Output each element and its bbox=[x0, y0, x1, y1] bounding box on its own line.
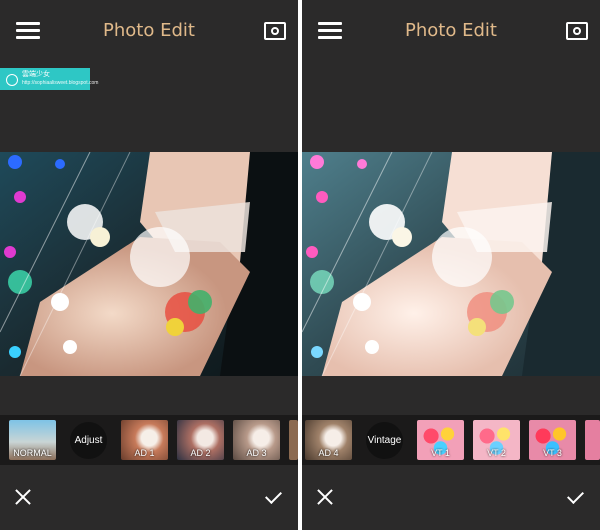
filter-partial[interactable] bbox=[289, 420, 298, 460]
checkmark-icon[interactable] bbox=[266, 488, 284, 506]
top-bar: Photo Edit bbox=[0, 0, 298, 64]
filter-label: NORMAL bbox=[13, 448, 52, 458]
filter-strip: AD 4 Vintage VT 1 VT 2 VT 3 bbox=[302, 415, 600, 465]
close-icon[interactable] bbox=[14, 488, 32, 506]
watermark-url: http://sophiaalisweet.blogspot.com bbox=[22, 80, 99, 86]
vintage-button[interactable]: Vintage bbox=[366, 422, 403, 459]
filter-vt3[interactable]: VT 3 bbox=[529, 420, 576, 460]
photo-preview[interactable] bbox=[302, 152, 600, 376]
filter-strip: NORMAL Adjust AD 1 AD 2 AD 3 bbox=[0, 415, 298, 465]
filter-vt2[interactable]: VT 2 bbox=[473, 420, 520, 460]
filter-label: AD 2 bbox=[190, 448, 211, 458]
filter-vt1[interactable]: VT 1 bbox=[417, 420, 464, 460]
page-title: Photo Edit bbox=[103, 20, 195, 41]
checkmark-icon[interactable] bbox=[568, 488, 586, 506]
right-editor-panel: Photo Edit AD 4 Vintage VT 1 VT 2 VT 3 bbox=[302, 0, 600, 530]
close-icon[interactable] bbox=[316, 488, 334, 506]
filter-label: VT 3 bbox=[543, 448, 562, 458]
watermark-text: 雲端少女 bbox=[22, 71, 50, 78]
left-editor-panel: Photo Edit 雲端少女 http://sophiaalisweet.bl… bbox=[0, 0, 298, 530]
filter-partial[interactable] bbox=[585, 420, 600, 460]
filter-label: AD 4 bbox=[318, 448, 339, 458]
filter-ad3[interactable]: AD 3 bbox=[233, 420, 280, 460]
filter-label: AD 1 bbox=[134, 448, 155, 458]
filter-ad1[interactable]: AD 1 bbox=[121, 420, 168, 460]
filter-label: VT 1 bbox=[431, 448, 450, 458]
watermark-badge: 雲端少女 http://sophiaalisweet.blogspot.com bbox=[0, 68, 99, 90]
watermark-logo-icon bbox=[6, 74, 18, 86]
filter-ad4[interactable]: AD 4 bbox=[305, 420, 352, 460]
filter-label: VT 2 bbox=[487, 448, 506, 458]
photo-preview[interactable] bbox=[0, 152, 298, 376]
compare-icon[interactable] bbox=[264, 22, 286, 40]
compare-icon[interactable] bbox=[566, 22, 588, 40]
page-title: Photo Edit bbox=[405, 20, 497, 41]
adjust-button[interactable]: Adjust bbox=[70, 422, 107, 459]
filter-label: AD 3 bbox=[246, 448, 267, 458]
top-bar: Photo Edit bbox=[302, 0, 600, 64]
filter-normal[interactable]: NORMAL bbox=[9, 420, 56, 460]
filter-ad2[interactable]: AD 2 bbox=[177, 420, 224, 460]
